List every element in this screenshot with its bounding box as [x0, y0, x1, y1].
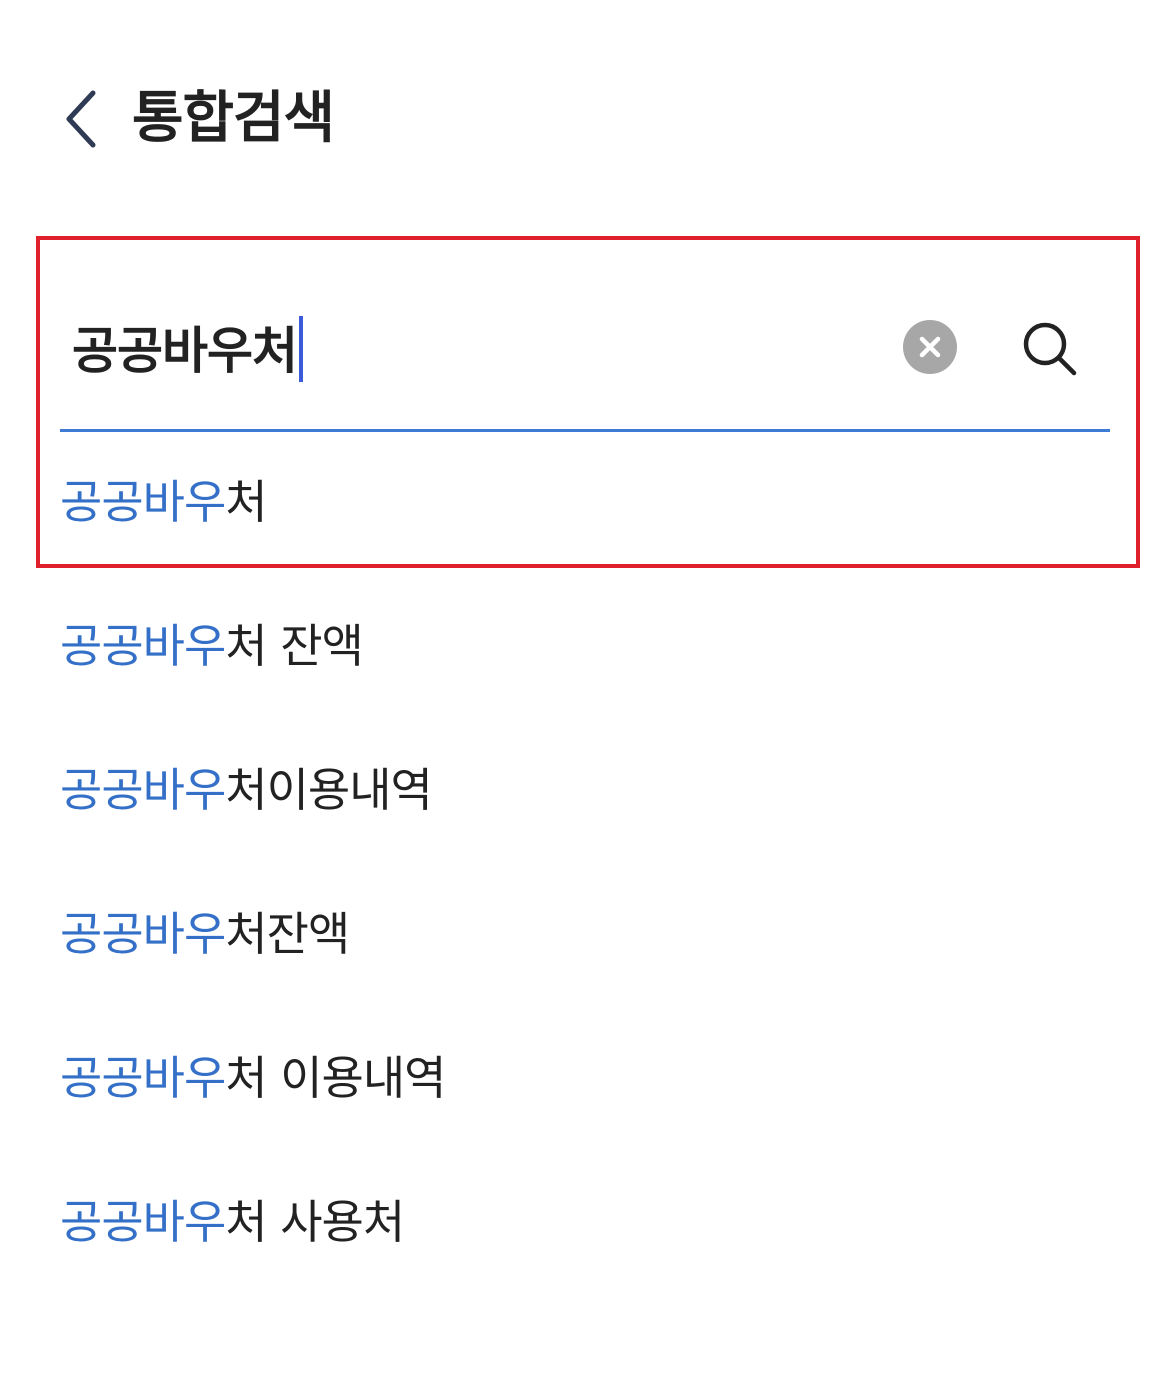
suggestion-item[interactable]: 공공바우처 잔액	[60, 596, 1110, 696]
suggestion-rest: 처 사용처	[225, 1195, 405, 1249]
search-input-value: 공공바우처	[72, 322, 298, 380]
suggestion-rest: 처이용내역	[225, 763, 433, 817]
clear-button[interactable]	[903, 320, 957, 374]
suggestion-item[interactable]: 공공바우처이용내역	[60, 740, 1110, 840]
chevron-left-icon	[66, 90, 96, 148]
suggestion-item[interactable]: 공공바우처 이용내역	[60, 1028, 1110, 1128]
suggestion-match: 공공바우	[60, 907, 226, 961]
suggestion-item[interactable]: 공공바우처 사용처	[60, 1172, 1110, 1272]
suggestion-item[interactable]: 공공바우처잔액	[60, 884, 1110, 984]
header: 통합검색	[0, 0, 1170, 200]
suggestion-rest: 처 이용내역	[225, 1051, 446, 1105]
suggestion-match: 공공바우	[60, 1195, 226, 1249]
search-icon	[1023, 322, 1077, 376]
suggestion-item[interactable]: 공공바우처	[60, 452, 1110, 552]
suggestion-match: 공공바우	[60, 1051, 226, 1105]
back-button[interactable]	[56, 84, 106, 154]
search-input[interactable]: 공공바우처	[72, 315, 303, 386]
text-caret	[299, 315, 303, 382]
search-bar: 공공바우처	[60, 300, 1110, 400]
suggestion-match: 공공바우	[60, 763, 226, 817]
suggestion-rest: 처 잔액	[225, 619, 364, 673]
suggestion-rest: 처잔액	[225, 907, 350, 961]
page-title: 통합검색	[132, 86, 335, 151]
clear-circle-icon	[919, 336, 941, 358]
search-button[interactable]	[1015, 314, 1085, 384]
search-underline	[60, 429, 1110, 432]
suggestion-match: 공공바우	[60, 619, 226, 673]
suggestion-match: 공공바우	[60, 475, 226, 529]
suggestion-rest: 처	[225, 475, 267, 529]
